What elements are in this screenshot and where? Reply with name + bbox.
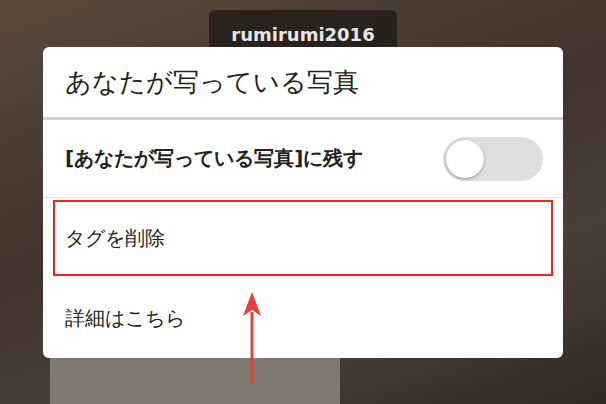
toggle-knob <box>446 140 484 178</box>
menu-item[interactable]: 詳細はこちら <box>43 278 563 358</box>
arrow-up-icon <box>240 292 264 384</box>
menu-item[interactable]: タグを削除 <box>53 200 553 276</box>
menu-item-label: タグを削除 <box>65 225 165 252</box>
menu-item-label: [あなたが写っている写真]に残す <box>65 145 363 172</box>
username-tag[interactable]: rumirumi2016 <box>209 10 397 47</box>
toggle-row[interactable]: [あなたが写っている写真]に残す <box>43 120 563 198</box>
toggle-switch[interactable] <box>443 137 543 181</box>
username[interactable]: rumirumi2016 <box>231 24 374 45</box>
dialog: あなたが写っている写真 [あなたが写っている写真]に残すタグを削除詳細はこちら <box>43 47 563 358</box>
menu-item-label: 詳細はこちら <box>65 305 185 332</box>
screen: rumirumi2016あなたが写っている写真 [あなたが写っている写真]に残すタ… <box>0 0 606 404</box>
dialog-title: あなたが写っている写真 <box>43 47 563 117</box>
